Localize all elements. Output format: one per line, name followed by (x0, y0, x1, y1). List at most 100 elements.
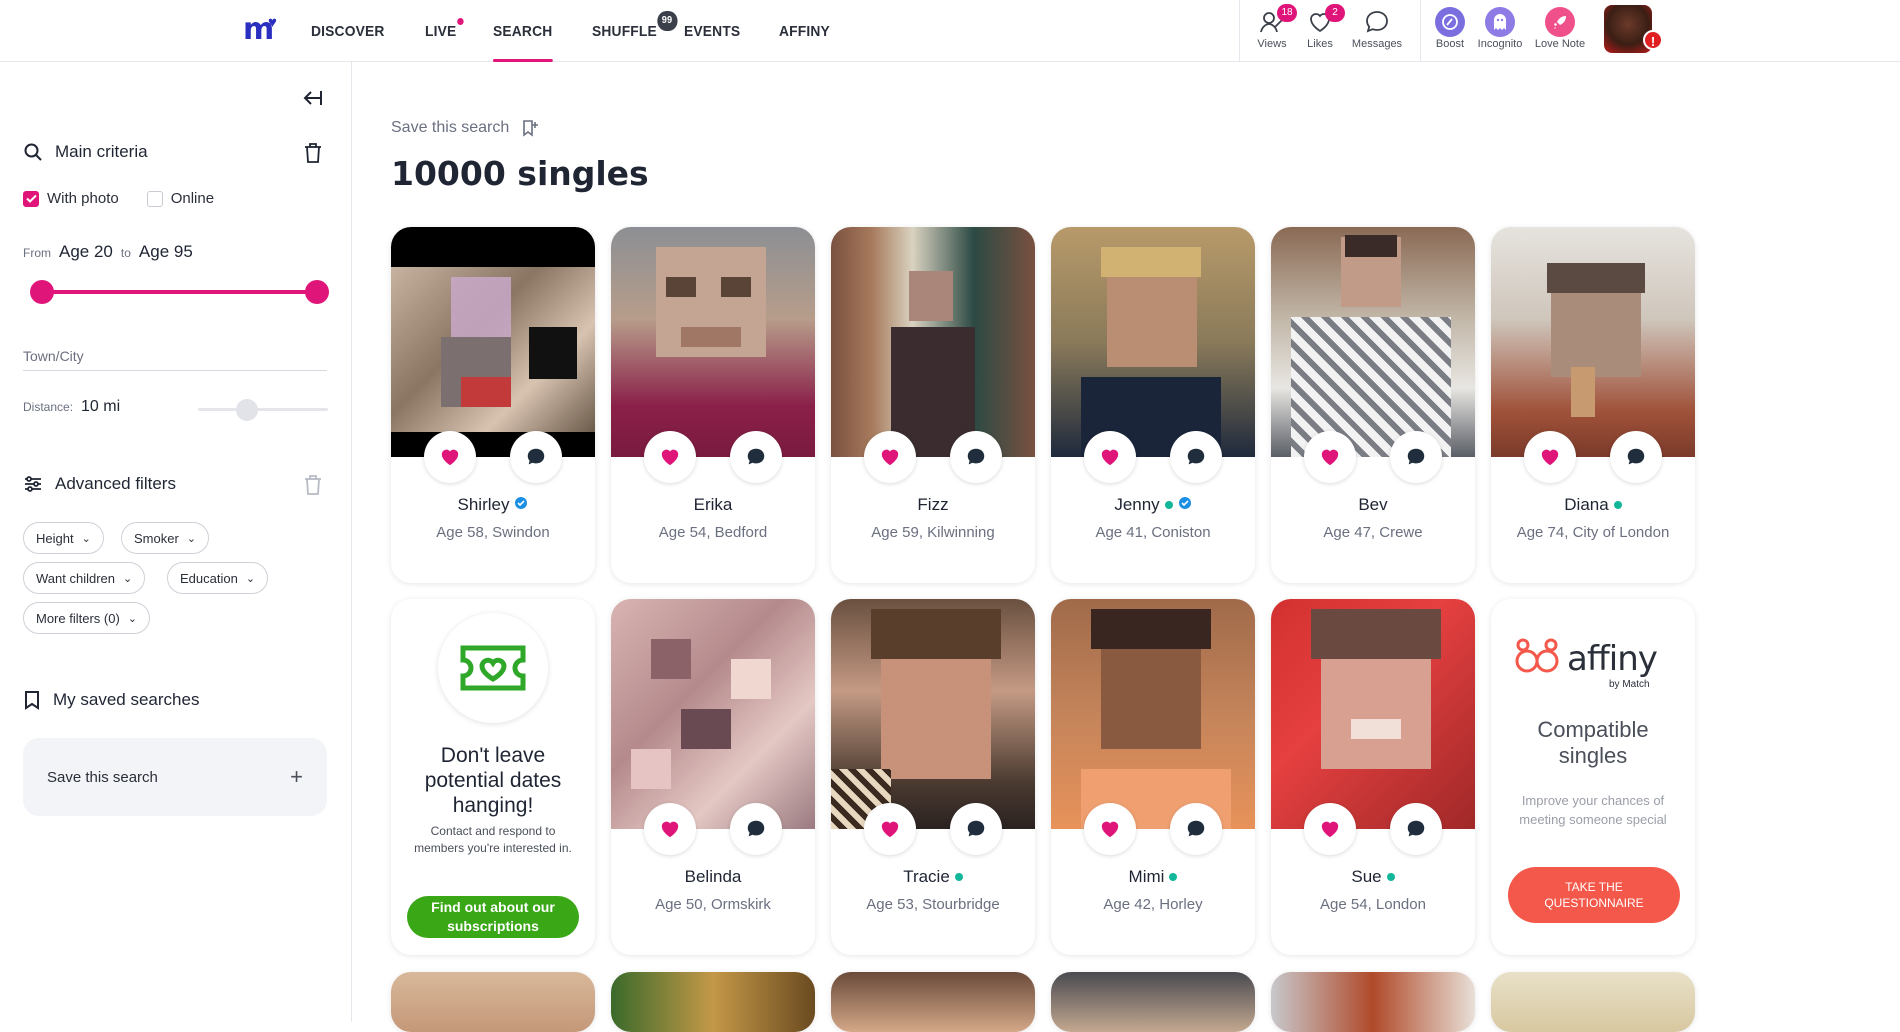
profile-age-location: Age 74, City of London (1516, 524, 1670, 541)
message-button[interactable] (950, 431, 1002, 483)
heart-icon (881, 449, 899, 466)
profile-card[interactable] (1491, 972, 1695, 1032)
like-button[interactable] (424, 431, 476, 483)
like-button[interactable] (1084, 431, 1136, 483)
profile-name: Mimi (1051, 867, 1255, 887)
profile-card[interactable] (831, 972, 1035, 1032)
chat-bubble-icon (1407, 448, 1425, 465)
profile-card[interactable]: Jenny Age 41, Coniston (1051, 227, 1255, 583)
search-results: Save this search 10000 singles Shirley A… (352, 62, 1900, 1032)
chat-bubble-icon (1362, 8, 1392, 36)
profile-card[interactable]: Diana Age 74, City of London (1491, 227, 1695, 583)
like-button[interactable] (1304, 803, 1356, 855)
profile-card[interactable]: Belinda Age 50, Ormskirk (611, 599, 815, 955)
trash-icon (305, 475, 321, 495)
with-photo-checkbox[interactable] (23, 190, 39, 207)
message-button[interactable] (510, 431, 562, 483)
profile-age-location: Age 41, Coniston (1095, 524, 1211, 541)
like-button[interactable] (864, 431, 916, 483)
like-button[interactable] (644, 431, 696, 483)
age-range-display: From Age 20 to Age 95 (23, 242, 193, 261)
profile-photo (611, 227, 815, 457)
message-button[interactable] (730, 803, 782, 855)
likes-button[interactable]: 2 Likes (1290, 4, 1350, 50)
ghost-icon (1485, 7, 1515, 37)
nav-live[interactable]: LIVE (425, 0, 464, 62)
collapse-sidebar-button[interactable] (300, 86, 328, 110)
message-button[interactable] (1390, 803, 1442, 855)
results-count-title: 10000 singles (391, 154, 649, 193)
like-button[interactable] (644, 803, 696, 855)
nav-affiny[interactable]: AFFINY (779, 0, 830, 62)
profile-age-location: Age 59, Kilwinning (871, 524, 995, 541)
like-button[interactable] (1304, 431, 1356, 483)
filter-smoker[interactable]: Smoker ⌄ (121, 522, 210, 554)
filter-height[interactable]: Height ⌄ (23, 522, 104, 554)
age-min-handle[interactable] (30, 280, 54, 304)
profile-card[interactable]: Fizz Age 59, Kilwinning (831, 227, 1035, 583)
meetic-logo[interactable]: m ♥ (243, 14, 285, 46)
age-range-slider[interactable] (42, 290, 317, 294)
distance-handle[interactable] (236, 399, 258, 421)
message-button[interactable] (1610, 431, 1662, 483)
chat-bubble-icon (527, 448, 545, 465)
profile-card[interactable] (1051, 972, 1255, 1032)
age-from-value: Age 20 (59, 242, 113, 261)
heart-icon (1541, 449, 1559, 466)
heart-icon (1321, 449, 1339, 466)
photo-online-filters: With photo Online (23, 190, 214, 207)
clear-main-criteria-button[interactable] (303, 142, 325, 164)
profile-card[interactable] (611, 972, 815, 1032)
subscriptions-button[interactable]: Find out about our subscriptions (407, 896, 579, 938)
boost-icon (1435, 7, 1465, 37)
incognito-button[interactable]: Incognito (1470, 7, 1530, 50)
profile-age-location: Age 54, London (1320, 896, 1426, 913)
age-max-handle[interactable] (305, 280, 329, 304)
message-button[interactable] (730, 431, 782, 483)
chat-bubble-icon (967, 448, 985, 465)
nav-shuffle[interactable]: SHUFFLE 99 (592, 0, 677, 62)
like-button[interactable] (1524, 431, 1576, 483)
filter-education[interactable]: Education ⌄ (167, 562, 269, 594)
messages-button[interactable]: Messages (1347, 8, 1407, 50)
nav-discover[interactable]: DISCOVER (311, 0, 385, 62)
message-button[interactable] (1390, 431, 1442, 483)
message-button[interactable] (1170, 803, 1222, 855)
heart-icon (661, 449, 679, 466)
profile-card[interactable]: Sue Age 54, London (1271, 599, 1475, 955)
nav-events[interactable]: EVENTS (684, 0, 740, 62)
save-search-link[interactable]: Save this search (391, 119, 539, 137)
chevron-down-icon: ⌄ (186, 532, 197, 545)
distance-slider[interactable] (198, 408, 328, 411)
profile-photo (1271, 227, 1475, 457)
like-button[interactable] (1084, 803, 1136, 855)
love-note-button[interactable]: Love Note (1530, 7, 1590, 50)
profile-card[interactable]: Erika Age 54, Bedford (611, 227, 815, 583)
filter-more[interactable]: More filters (0) ⌄ (23, 602, 151, 634)
bookmark-plus-icon (523, 120, 539, 137)
heart-outline-icon: 2 (1305, 4, 1345, 36)
filter-want-children[interactable]: Want children ⌄ (23, 562, 146, 594)
profile-card[interactable]: Mimi Age 42, Horley (1051, 599, 1255, 955)
profile-card[interactable]: Bev Age 47, Crewe (1271, 227, 1475, 583)
online-checkbox[interactable] (146, 190, 163, 207)
profile-card[interactable] (1271, 972, 1475, 1032)
profile-card[interactable]: Shirley Age 58, Swindon (391, 227, 595, 583)
nav-search[interactable]: SEARCH (493, 0, 552, 62)
likes-count-badge: 2 (1325, 4, 1345, 22)
message-button[interactable] (1170, 431, 1222, 483)
distance-display: Distance: 10 mi (23, 398, 121, 415)
profile-card[interactable]: Tracie Age 53, Stourbridge (831, 599, 1035, 955)
message-button[interactable] (950, 803, 1002, 855)
like-button[interactable] (864, 803, 916, 855)
heart-icon (1101, 821, 1119, 838)
profile-card[interactable] (391, 972, 595, 1032)
take-questionnaire-button[interactable]: TAKE THE QUESTIONNAIRE (1508, 867, 1680, 923)
subscription-promo-card: Don't leave potential dates hanging! Con… (391, 599, 595, 955)
clear-advanced-filters-button[interactable] (303, 474, 325, 496)
heart-icon (1321, 821, 1339, 838)
town-city-input[interactable]: Town/City (23, 348, 327, 371)
save-this-search-button[interactable]: Save this search + (23, 738, 327, 816)
profile-photo (1271, 972, 1475, 1032)
top-bar: m ♥ DISCOVER LIVE SEARCH SHUFFLE 99 EVENT… (0, 0, 1900, 62)
